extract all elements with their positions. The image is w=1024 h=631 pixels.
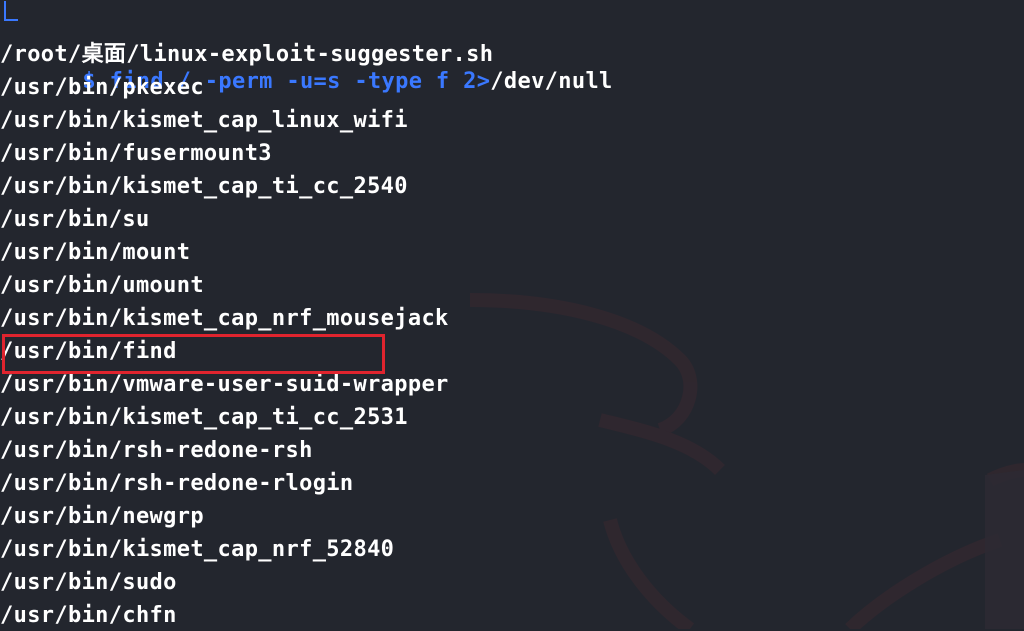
output-line: /usr/bin/newgrp xyxy=(0,504,204,529)
output-line: /usr/bin/pkexec xyxy=(0,75,204,100)
command-redirect: 2> xyxy=(463,69,491,94)
prompt-corner-glyph xyxy=(4,1,18,21)
output-line: /usr/bin/chfn xyxy=(0,603,177,628)
output-line: /usr/bin/mount xyxy=(0,240,191,265)
output-line: /usr/bin/rsh-redone-rlogin xyxy=(0,471,354,496)
output-line: /usr/bin/fusermount3 xyxy=(0,141,272,166)
output-line: /usr/bin/kismet_cap_nrf_mousejack xyxy=(0,306,449,331)
output-line: /usr/bin/rsh-redone-rsh xyxy=(0,438,313,463)
prompt-line: $ find / -perm -u=s -type f 2>/dev/null xyxy=(0,1,613,94)
output-line: /usr/bin/kismet_cap_ti_cc_2531 xyxy=(0,405,408,430)
output-line: /usr/bin/kismet_cap_ti_cc_2540 xyxy=(0,174,408,199)
redirect-target: /dev/null xyxy=(490,69,613,94)
command-args: / -perm -u=s -type f xyxy=(164,69,464,94)
output-line: /usr/bin/vmware-user-suid-wrapper xyxy=(0,372,449,397)
terminal-output: $ find / -perm -u=s -type f 2>/dev/null … xyxy=(0,0,1024,629)
output-line: /root/桌面/linux-exploit-suggester.sh xyxy=(0,42,494,67)
output-line: /usr/bin/kismet_cap_linux_wifi xyxy=(0,108,408,133)
highlight-box xyxy=(2,334,385,374)
output-line: /usr/bin/sudo xyxy=(0,570,177,595)
output-line: /usr/bin/su xyxy=(0,207,150,232)
output-line: /usr/bin/umount xyxy=(0,273,204,298)
output-line: /usr/bin/kismet_cap_nrf_52840 xyxy=(0,537,395,562)
